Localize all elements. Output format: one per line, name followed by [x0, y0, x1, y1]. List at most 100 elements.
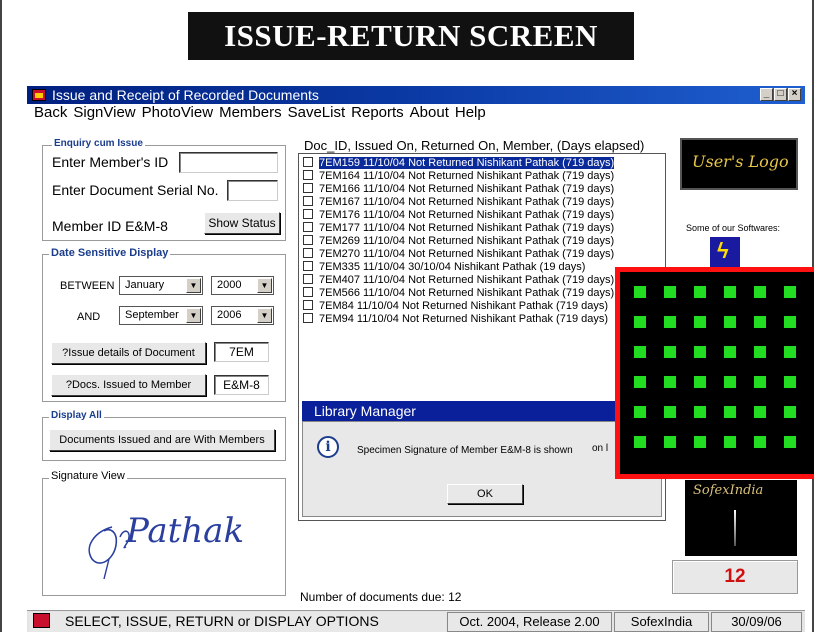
checkbox[interactable]: [303, 261, 313, 271]
user-logo: User's Logo: [680, 138, 798, 190]
list-item[interactable]: 7EM269 11/10/04 Not Returned Nishikant P…: [303, 235, 614, 248]
issue-details-button[interactable]: ?Issue details of Document: [51, 342, 206, 364]
checkbox[interactable]: [303, 183, 313, 193]
list-item[interactable]: 7EM159 11/10/04 Not Returned Nishikant P…: [303, 157, 615, 170]
list-item-text: 7EM166 11/10/04 Not Returned Nishikant P…: [319, 183, 615, 195]
chevron-down-icon[interactable]: ▼: [186, 278, 201, 293]
list-item[interactable]: 7EM176 11/10/04 Not Returned Nishikant P…: [303, 209, 614, 222]
document-serial-input[interactable]: [227, 180, 278, 201]
document-serial-label: Enter Document Serial No.: [52, 182, 219, 198]
list-item-text: 7EM164 11/10/04 Not Returned Nishikant P…: [319, 170, 615, 182]
list-item-text: 7EM407 11/10/04 Not Returned Nishikant P…: [319, 274, 615, 286]
between-label: BETWEEN: [60, 280, 115, 292]
minimize-icon[interactable]: _: [760, 88, 773, 101]
checkbox[interactable]: [303, 313, 313, 323]
list-item-text: 7EM84 11/10/04 Not Returned Nishikant Pa…: [319, 300, 609, 312]
grid-cell: [634, 316, 646, 328]
grid-cell: [754, 406, 766, 418]
issue-details-field[interactable]: 7EM: [214, 342, 269, 362]
list-item-text: 7EM159 11/10/04 Not Returned Nishikant P…: [319, 157, 615, 169]
checkbox[interactable]: [303, 157, 313, 167]
ok-button[interactable]: OK: [447, 484, 523, 504]
menu-photoview[interactable]: PhotoView: [142, 103, 213, 123]
to-year-select[interactable]: 2006 ▼: [211, 306, 274, 325]
list-item[interactable]: 7EM84 11/10/04 Not Returned Nishikant Pa…: [303, 300, 608, 313]
grid-cell: [634, 346, 646, 358]
grid-cell: [664, 436, 676, 448]
menu-help[interactable]: Help: [455, 103, 486, 123]
grid-cell: [754, 346, 766, 358]
show-status-button[interactable]: Show Status: [204, 212, 280, 234]
menu-about[interactable]: About: [410, 103, 449, 123]
window-titlebar: Issue and Receipt of Recorded Documents …: [27, 86, 805, 104]
display-all-group-label: Display All: [49, 410, 104, 421]
grid-overlay: [615, 267, 814, 479]
menu-members[interactable]: Members: [219, 103, 282, 123]
list-item[interactable]: 7EM94 11/10/04 Not Returned Nishikant Pa…: [303, 313, 608, 326]
list-item-text: 7EM177 11/10/04 Not Returned Nishikant P…: [319, 222, 615, 234]
grid-cell: [664, 346, 676, 358]
sofexindia-logo[interactable]: SofexIndia: [685, 480, 797, 556]
grid-cell: [784, 316, 796, 328]
close-icon[interactable]: ×: [788, 88, 801, 101]
checkbox[interactable]: [303, 196, 313, 206]
grid-cell: [664, 406, 676, 418]
member-id-label: Enter Member's ID: [52, 154, 169, 170]
docs-issued-button[interactable]: ?Docs. Issued to Member: [51, 374, 206, 396]
checkbox[interactable]: [303, 222, 313, 232]
menu-signview[interactable]: SignView: [73, 103, 135, 123]
grid-cell: [754, 436, 766, 448]
page-frame-left: [0, 0, 2, 632]
menu-reports[interactable]: Reports: [351, 103, 404, 123]
maximize-icon[interactable]: □: [774, 88, 787, 101]
from-year-select[interactable]: 2000 ▼: [211, 276, 274, 295]
list-item[interactable]: 7EM270 11/10/04 Not Returned Nishikant P…: [303, 248, 614, 261]
checkbox[interactable]: [303, 287, 313, 297]
documents-with-members-button[interactable]: Documents Issued and are With Members: [49, 429, 275, 451]
grid-cell: [694, 436, 706, 448]
softwares-label: Some of our Softwares:: [686, 223, 781, 233]
to-year-value: 2006: [217, 309, 242, 321]
chevron-down-icon[interactable]: ▼: [257, 278, 272, 293]
list-item[interactable]: 7EM335 11/10/04 30/10/04 Nishikant Patha…: [303, 261, 585, 274]
app-icon: [32, 89, 46, 101]
member-id-display: Member ID E&M-8: [52, 218, 168, 234]
to-month-select[interactable]: September ▼: [119, 306, 203, 325]
info-icon: i: [317, 436, 339, 458]
list-item[interactable]: 7EM166 11/10/04 Not Returned Nishikant P…: [303, 183, 614, 196]
from-month-select[interactable]: January ▼: [119, 276, 203, 295]
checkbox[interactable]: [303, 274, 313, 284]
list-item[interactable]: 7EM164 11/10/04 Not Returned Nishikant P…: [303, 170, 614, 183]
checkbox[interactable]: [303, 300, 313, 310]
list-item-text: 7EM269 11/10/04 Not Returned Nishikant P…: [319, 235, 615, 247]
list-item[interactable]: 7EM407 11/10/04 Not Returned Nishikant P…: [303, 274, 614, 287]
user-logo-text: User's Logo: [692, 152, 789, 171]
list-item[interactable]: 7EM566 11/10/04 Not Returned Nishikant P…: [303, 287, 614, 300]
dialog-message-tail: on l: [592, 443, 609, 454]
menu-back[interactable]: Back: [34, 103, 67, 123]
chevron-down-icon[interactable]: ▼: [186, 308, 201, 323]
signature-drawing: Pathak: [88, 511, 244, 580]
list-header: Doc_ID, Issued On, Returned On, Member, …: [304, 138, 645, 153]
chevron-down-icon[interactable]: ▼: [257, 308, 272, 323]
member-id-input[interactable]: [179, 152, 278, 173]
list-item[interactable]: 7EM177 11/10/04 Not Returned Nishikant P…: [303, 222, 614, 235]
status-date: 30/09/06: [711, 612, 802, 632]
grid-cell: [724, 376, 736, 388]
software-icon[interactable]: ϟ: [710, 237, 740, 267]
grid-cell: [724, 406, 736, 418]
list-item-text: 7EM566 11/10/04 Not Returned Nishikant P…: [319, 287, 615, 299]
checkbox[interactable]: [303, 248, 313, 258]
docs-issued-field[interactable]: E&M-8: [214, 375, 269, 395]
list-item[interactable]: 7EM167 11/10/04 Not Returned Nishikant P…: [303, 196, 614, 209]
checkbox[interactable]: [303, 235, 313, 245]
menu-savelist[interactable]: SaveList: [288, 103, 346, 123]
grid-cell: [694, 316, 706, 328]
dialog-title: Library Manager: [302, 401, 662, 421]
grid-cell: [694, 346, 706, 358]
checkbox[interactable]: [303, 209, 313, 219]
grid-cell: [664, 376, 676, 388]
checkbox[interactable]: [303, 170, 313, 180]
grid-cell: [694, 406, 706, 418]
sofexindia-logo-text: SofexIndia: [693, 483, 764, 498]
